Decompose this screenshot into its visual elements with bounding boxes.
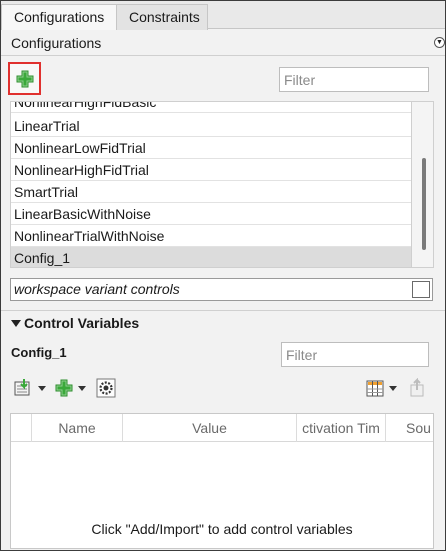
expand-triangle-icon [11, 320, 21, 327]
import-button[interactable] [12, 378, 48, 398]
configurations-filter-input[interactable] [279, 67, 429, 92]
scrollbar-thumb[interactable] [422, 158, 426, 250]
chevron-down-icon [38, 386, 46, 391]
plus-icon [16, 70, 34, 88]
list-item[interactable]: SmartTrial [11, 181, 411, 203]
column-layout-button[interactable] [363, 378, 399, 398]
configurations-section-title: Configurations [11, 35, 102, 51]
list-item[interactable]: LinearTrial [11, 115, 411, 137]
column-header-name[interactable]: Name [32, 414, 122, 442]
list-scrollbar[interactable] [412, 101, 434, 268]
column-header-value[interactable]: Value [123, 414, 296, 442]
list-item[interactable]: NonlinearLowFidTrial [11, 137, 411, 159]
selected-config-name: Config_1 [11, 345, 67, 360]
plus-icon [55, 379, 73, 397]
list-item[interactable]: NonlinearTrialWithNoise [11, 225, 411, 247]
export-icon [410, 378, 424, 397]
list-item[interactable]: NonlinearHighFidTrial [11, 159, 411, 181]
add-configuration-button[interactable] [8, 62, 41, 95]
workspace-label: workspace variant controls [14, 281, 180, 297]
tab-strip: Configurations Constraints [1, 1, 445, 30]
list-item[interactable]: LinearBasicWithNoise [11, 203, 411, 225]
tab-configurations[interactable]: Configurations [1, 4, 117, 30]
column-layout-icon [366, 380, 384, 397]
chevron-down-icon [389, 386, 397, 391]
workspace-browse-button[interactable] [412, 281, 430, 298]
column-header-activation-time[interactable]: ctivation Tim [297, 414, 385, 442]
control-variables-header[interactable]: Control Variables [1, 310, 445, 334]
control-variables-title: Control Variables [24, 315, 140, 331]
configurations-list: NonlinearHighFidBasic LinearTrial Nonlin… [10, 101, 412, 268]
workspace-variant-controls-field[interactable]: workspace variant controls [10, 278, 433, 301]
list-item[interactable]: NonlinearHighFidBasic [11, 102, 411, 113]
section-divider [1, 55, 445, 56]
import-icon [14, 379, 30, 396]
add-variable-button[interactable] [53, 378, 89, 398]
column-header-source[interactable]: Sou [386, 414, 433, 442]
control-variables-filter-input[interactable] [281, 342, 429, 367]
settings-button[interactable] [95, 378, 117, 398]
control-variables-table: Name Value ctivation Tim Sou Click "Add/… [10, 413, 434, 549]
export-button[interactable] [407, 378, 429, 398]
gear-icon [96, 378, 116, 398]
table-header: Name Value ctivation Tim Sou [11, 414, 433, 442]
empty-table-message: Click "Add/Import" to add control variab… [91, 521, 353, 537]
list-item-selected[interactable]: Config_1 [11, 247, 411, 267]
variant-manager-panel: Configurations Constraints Configuration… [0, 0, 446, 551]
chevron-down-icon [78, 386, 86, 391]
tab-constraints[interactable]: Constraints [116, 4, 208, 30]
collapse-toggle-icon[interactable]: ▼ [434, 37, 445, 48]
